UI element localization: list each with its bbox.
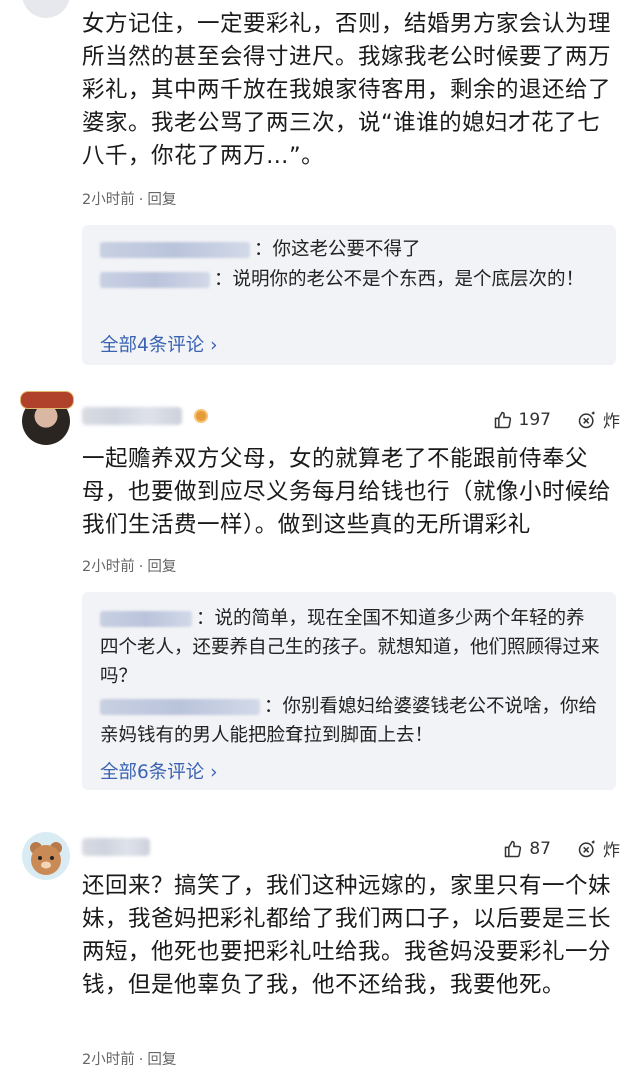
view-all-replies-link[interactable]: 全部6条评论 › (100, 758, 218, 784)
fire-label: 炸 (603, 412, 620, 432)
reply-item: ：说的简单，现在全国不知道多少两个年轻的养四个老人，还要养自己生的孩子。就想知道… (100, 608, 600, 687)
bear-avatar-icon (30, 842, 62, 875)
comment-meta: 2小时前 · 回复 (82, 1052, 177, 1068)
avatar[interactable] (22, 0, 70, 18)
reply-button[interactable]: 回复 (147, 192, 176, 208)
reply-text: 说明你的老公不是个东西，是个底层次的！ (232, 269, 585, 290)
reply-text: 你这老公要不得了 (272, 239, 421, 260)
like-count: 197 (518, 409, 551, 430)
comment-text: 女方记住，一定要彩礼，否则，结婚男方家会认为理所当然的甚至会得寸进尺。我嫁我老公… (82, 11, 612, 169)
chevron-right-icon: › (210, 762, 218, 783)
reply-button[interactable]: 回复 (147, 559, 176, 575)
reply-item: ：你这老公要不得了 (100, 235, 600, 264)
chevron-right-icon: › (210, 335, 218, 356)
reply-item: ：你别看媳妇给婆婆钱老公不说啥，你给亲妈钱有的男人能把脸耷拉到脚面上去！ (100, 696, 598, 746)
comment-meta: 2小时前 · 回复 (82, 559, 177, 575)
username[interactable] (82, 407, 182, 425)
avatar-frame-badge (20, 391, 74, 409)
fire-icon (578, 411, 595, 428)
comment-item: 87 炸 还回来？搞笑了，我们这种远嫁的，家里只有一个妹妹，我爸妈把彩礼都给了我… (0, 820, 640, 1080)
timestamp: 2小时前 (82, 192, 135, 208)
thumbs-up-icon (505, 840, 522, 857)
like-button[interactable]: 87 (503, 839, 551, 859)
comment-item: 女方记住，一定要彩礼，否则，结婚男方家会认为理所当然的甚至会得寸进尺。我嫁我老公… (0, 0, 640, 372)
comment-actions: 197 炸 (493, 407, 620, 432)
fire-button[interactable]: 炸 (577, 407, 620, 432)
like-button[interactable]: 197 (493, 410, 551, 430)
reply-preview-box[interactable]: ：说的简单，现在全国不知道多少两个年轻的养四个老人，还要养自己生的孩子。就想知道… (82, 592, 616, 790)
thumbs-up-icon (494, 411, 511, 428)
reply-username[interactable] (100, 699, 260, 715)
fire-icon (578, 840, 595, 857)
comment-text: 一起赡养双方父母，女的就算老了不能跟前侍奉父母，也要做到应尽义务每月给钱也行（就… (82, 446, 612, 538)
timestamp: 2小时前 (82, 1052, 135, 1068)
reply-button[interactable]: 回复 (147, 1052, 176, 1068)
comment-actions: 87 炸 (503, 836, 620, 861)
level-badge-icon (194, 409, 208, 423)
reply-username[interactable] (100, 242, 250, 258)
view-all-label: 全部6条评论 (100, 762, 205, 783)
fire-label: 炸 (603, 841, 620, 861)
reply-username[interactable] (100, 611, 192, 627)
view-all-label: 全部4条评论 (100, 335, 205, 356)
avatar[interactable] (22, 832, 70, 880)
reply-username[interactable] (100, 272, 210, 288)
like-count: 87 (529, 838, 551, 859)
comment-item: 197 炸 一起赡养双方父母，女的就算老了不能跟前侍奉父母，也要做到应尽义务每月… (0, 385, 640, 795)
reply-item: ：说明你的老公不是个东西，是个底层次的！ (100, 265, 600, 294)
fire-button[interactable]: 炸 (577, 836, 620, 861)
reply-preview-box[interactable]: ：你这老公要不得了 ：说明你的老公不是个东西，是个底层次的！ 全部4条评论 › (82, 225, 616, 365)
view-all-replies-link[interactable]: 全部4条评论 › (100, 331, 218, 357)
comment-text: 还回来？搞笑了，我们这种远嫁的，家里只有一个妹妹，我爸妈把彩礼都给了我们两口子，… (82, 873, 612, 998)
timestamp: 2小时前 (82, 559, 135, 575)
comment-meta: 2小时前 · 回复 (82, 192, 177, 208)
username[interactable] (82, 838, 150, 856)
